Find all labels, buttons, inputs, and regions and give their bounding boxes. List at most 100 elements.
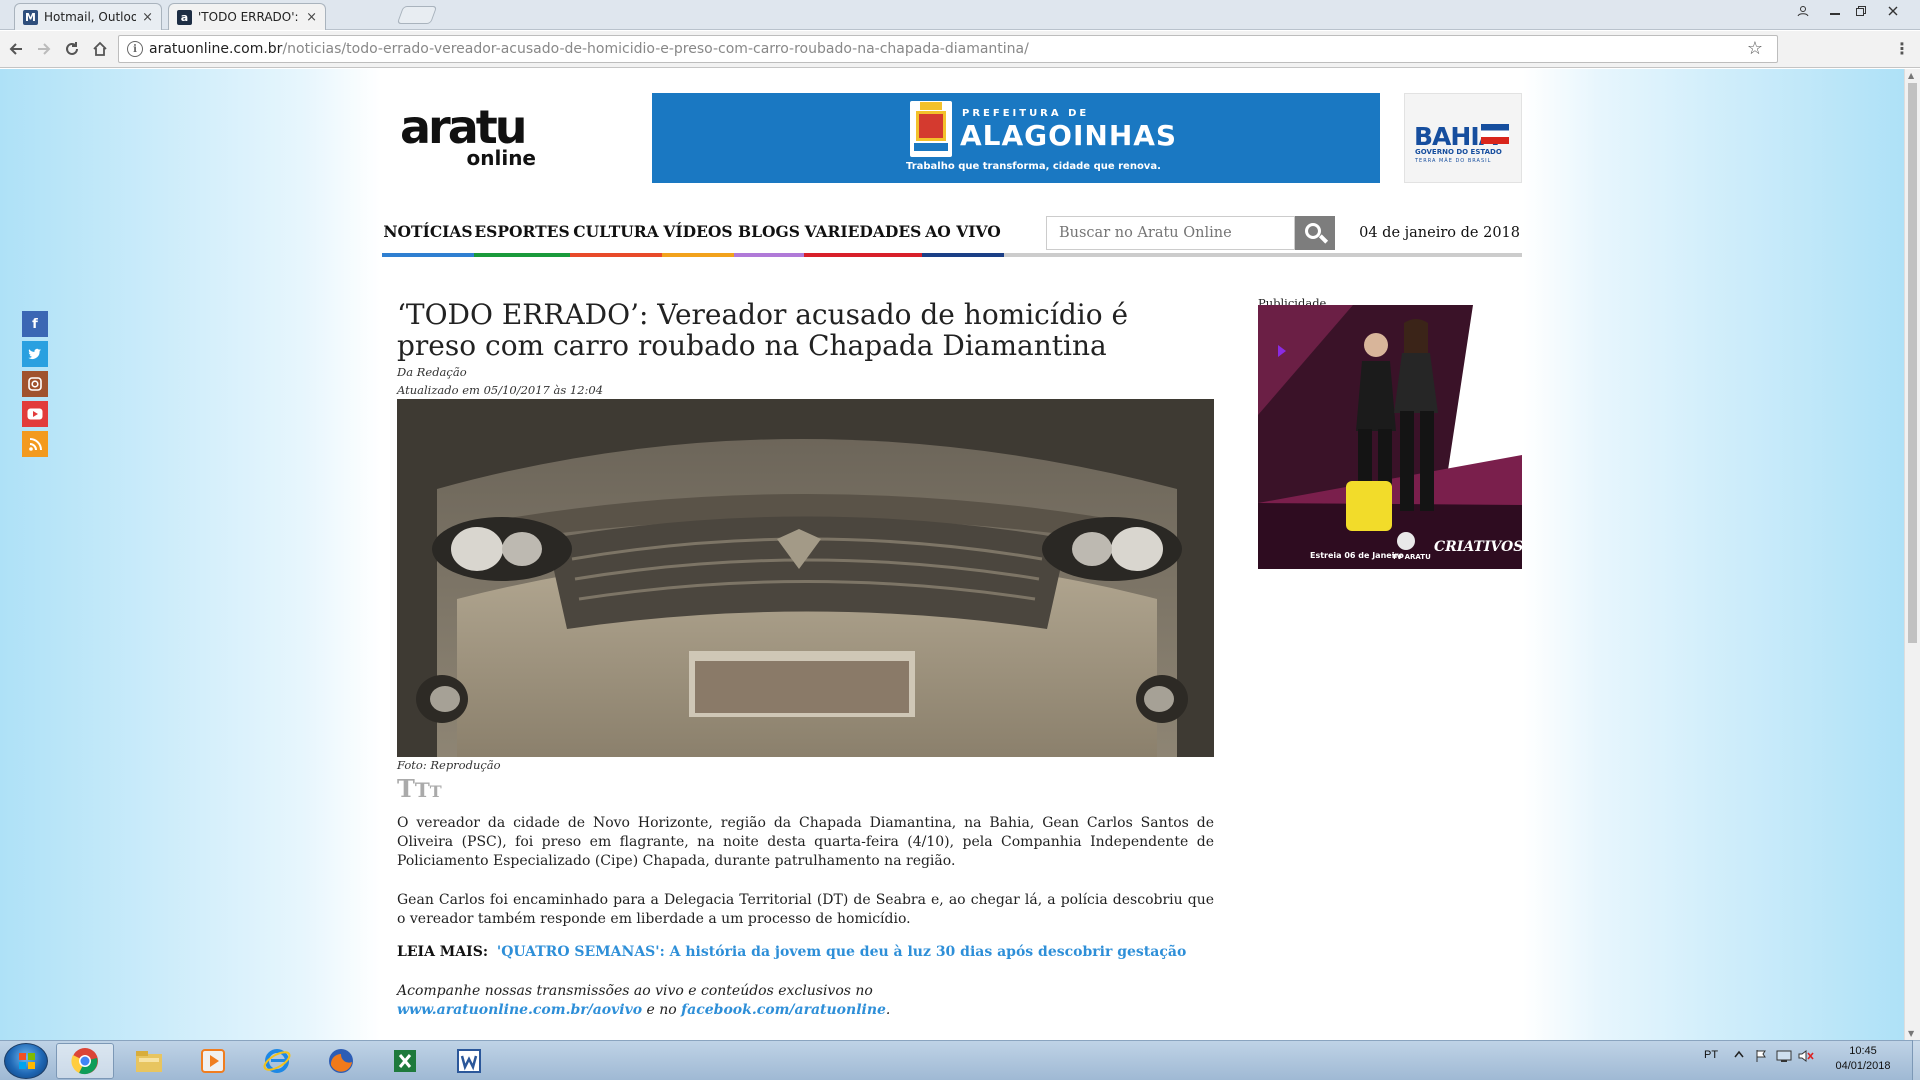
car-front-illustration	[397, 399, 1214, 757]
banner-city: ALAGOINHAS	[960, 119, 1178, 152]
tab-label: Hotmail, Outlook, Skype	[44, 10, 136, 24]
font-size-controls[interactable]: TTT	[397, 774, 442, 803]
city-crest-icon	[910, 101, 952, 157]
nav-color-esportes	[474, 253, 570, 257]
read-more: LEIA MAIS: 'QUATRO SEMANAS': A história …	[397, 944, 1186, 960]
instagram-icon[interactable]	[22, 371, 48, 397]
youtube-icon[interactable]	[22, 401, 48, 427]
chrome-icon[interactable]	[56, 1043, 114, 1079]
scroll-up-icon[interactable]: ▲	[1908, 71, 1914, 80]
article-photo[interactable]	[397, 399, 1214, 757]
nav-color-blogs	[734, 253, 804, 257]
restore-icon[interactable]	[1848, 2, 1874, 20]
show-hidden-icons[interactable]	[1734, 1049, 1744, 1061]
logo-text-aratu: aratu	[400, 100, 528, 154]
forward-icon[interactable]	[32, 37, 56, 61]
tab-label: 'TODO ERRADO': Vereado	[198, 10, 300, 24]
font-size-large[interactable]: T	[397, 774, 415, 803]
nav-variedades[interactable]: VARIEDADES	[804, 207, 922, 255]
media-player-icon[interactable]	[184, 1043, 242, 1079]
windows-start-button[interactable]	[4, 1043, 48, 1079]
show-desktop-button[interactable]	[1912, 1040, 1920, 1080]
taskbar-clock[interactable]: 10:45 04/01/2018	[1818, 1044, 1908, 1074]
nav-ao-vivo[interactable]: AO VIVO	[922, 207, 1004, 255]
article-author: Da Redação	[397, 365, 467, 379]
criativos-ad[interactable]: Estreia 06 de Janeiro TV ARATU CRIATIVOS	[1258, 305, 1522, 569]
nav-blogs[interactable]: BLOGS	[734, 207, 804, 255]
facebook-icon[interactable]: f	[22, 311, 48, 337]
minimize-icon[interactable]	[1822, 2, 1848, 20]
back-icon[interactable]	[4, 37, 28, 61]
nav-color-cultura	[570, 253, 662, 257]
nav-noticias[interactable]: NOTÍCIAS	[382, 207, 474, 255]
url-domain: aratuonline.com.br	[149, 41, 283, 57]
reload-icon[interactable]	[60, 37, 84, 61]
article-paragraph-2: Gean Carlos foi encaminhado para a Deleg…	[397, 892, 1214, 927]
follow-text-2: e no	[646, 1002, 677, 1018]
page-scrollbar[interactable]: ▲ ▼	[1904, 69, 1920, 1041]
aratu-online-logo[interactable]: aratu online	[400, 100, 560, 168]
follow-text-1: Acompanhe nossas transmissões ao vivo e …	[397, 983, 873, 999]
chrome-menu-icon[interactable]: ⋮	[1894, 39, 1910, 58]
volume-muted-icon[interactable]	[1798, 1049, 1814, 1066]
nav-color-ao-vivo	[922, 253, 1004, 257]
explorer-icon[interactable]	[120, 1043, 178, 1079]
excel-icon[interactable]	[376, 1043, 434, 1079]
alagoinhas-banner-ad[interactable]: PREFEITURA DE ALAGOINHAS Trabalho que tr…	[652, 93, 1380, 183]
bahia-motto: TERRA MÃE DO BRASIL	[1415, 158, 1492, 164]
nav-videos[interactable]: VÍDEOS	[662, 207, 734, 255]
article-title: ‘TODO ERRADO’: Vereador acusado de homic…	[397, 298, 1129, 362]
nav-esportes[interactable]: ESPORTES	[474, 207, 570, 255]
page-viewport: f aratu online PREFEITURA DE ALAGOINHAS …	[0, 69, 1904, 1041]
header-date: 04 de janeiro de 2018	[1359, 225, 1520, 241]
action-center-flag-icon[interactable]	[1754, 1049, 1768, 1066]
ad-illustration	[1258, 305, 1522, 569]
clock-time: 10:45	[1849, 1045, 1877, 1057]
rss-icon[interactable]	[22, 431, 48, 457]
article-updated: Atualizado em 05/10/2017 às 12:04	[397, 383, 604, 397]
facebook-link[interactable]: facebook.com/aratuonline	[681, 1002, 886, 1018]
banner-tagline: Trabalho que transforma, cidade que reno…	[906, 161, 1161, 172]
read-more-link[interactable]: 'QUATRO SEMANAS': A história da jovem qu…	[497, 944, 1186, 960]
ie-icon[interactable]	[248, 1043, 306, 1079]
close-icon[interactable]: ×	[142, 10, 153, 25]
browser-toolbar: i aratuonline.com.br/noticias/todo-errad…	[0, 31, 1920, 68]
language-indicator[interactable]: PT	[1704, 1049, 1718, 1061]
nav-color-videos	[662, 253, 734, 257]
site-page: aratu online PREFEITURA DE ALAGOINHAS Tr…	[382, 69, 1522, 1041]
twitter-icon[interactable]	[22, 341, 48, 367]
article-paragraph-1: O vereador da cidade de Novo Horizonte, …	[397, 815, 1214, 869]
msn-icon: M	[23, 9, 38, 25]
tab-hotmail[interactable]: M Hotmail, Outlook, Skype ×	[14, 3, 162, 30]
firefox-icon[interactable]	[312, 1043, 370, 1079]
live-link[interactable]: www.aratuonline.com.br/aovivo	[397, 1002, 642, 1018]
tab-aratu-article[interactable]: a 'TODO ERRADO': Vereado ×	[168, 3, 326, 30]
network-icon[interactable]	[1776, 1049, 1792, 1066]
font-size-small[interactable]: T	[430, 782, 442, 801]
read-more-label: LEIA MAIS:	[397, 944, 488, 960]
ad-brand: CRIATIVOS	[1434, 539, 1522, 555]
nav-color-noticias	[382, 253, 474, 257]
new-tab-button[interactable]	[396, 6, 438, 24]
aratu-icon: a	[177, 9, 192, 25]
close-window-icon[interactable]	[1880, 2, 1906, 20]
bookmark-star-icon[interactable]: ☆	[1747, 38, 1763, 59]
word-icon[interactable]	[440, 1043, 498, 1079]
bahia-government-ad[interactable]: BAHIA GOVERNO DO ESTADO TERRA MÃE DO BRA…	[1404, 93, 1522, 183]
font-size-medium[interactable]: T	[415, 778, 430, 802]
scrollbar-thumb[interactable]	[1908, 83, 1917, 643]
ad-channel: TV ARATU	[1392, 553, 1431, 561]
search-input[interactable]	[1046, 216, 1295, 250]
ad-release-date: Estreia 06 de Janeiro	[1310, 551, 1404, 560]
info-icon[interactable]: i	[127, 41, 143, 57]
windows-taskbar	[0, 1040, 1920, 1080]
nav-cultura[interactable]: CULTURA	[570, 207, 662, 255]
address-bar[interactable]: i aratuonline.com.br/noticias/todo-errad…	[118, 35, 1778, 63]
scroll-down-icon[interactable]: ▼	[1908, 1029, 1914, 1038]
close-icon[interactable]: ×	[306, 10, 317, 25]
browser-tab-bar: M Hotmail, Outlook, Skype × a 'TODO ERRA…	[0, 0, 1920, 30]
profile-icon[interactable]	[1790, 2, 1816, 20]
home-icon[interactable]	[88, 37, 112, 61]
search-button[interactable]	[1295, 216, 1335, 250]
photo-caption: Foto: Reprodução	[397, 758, 501, 772]
